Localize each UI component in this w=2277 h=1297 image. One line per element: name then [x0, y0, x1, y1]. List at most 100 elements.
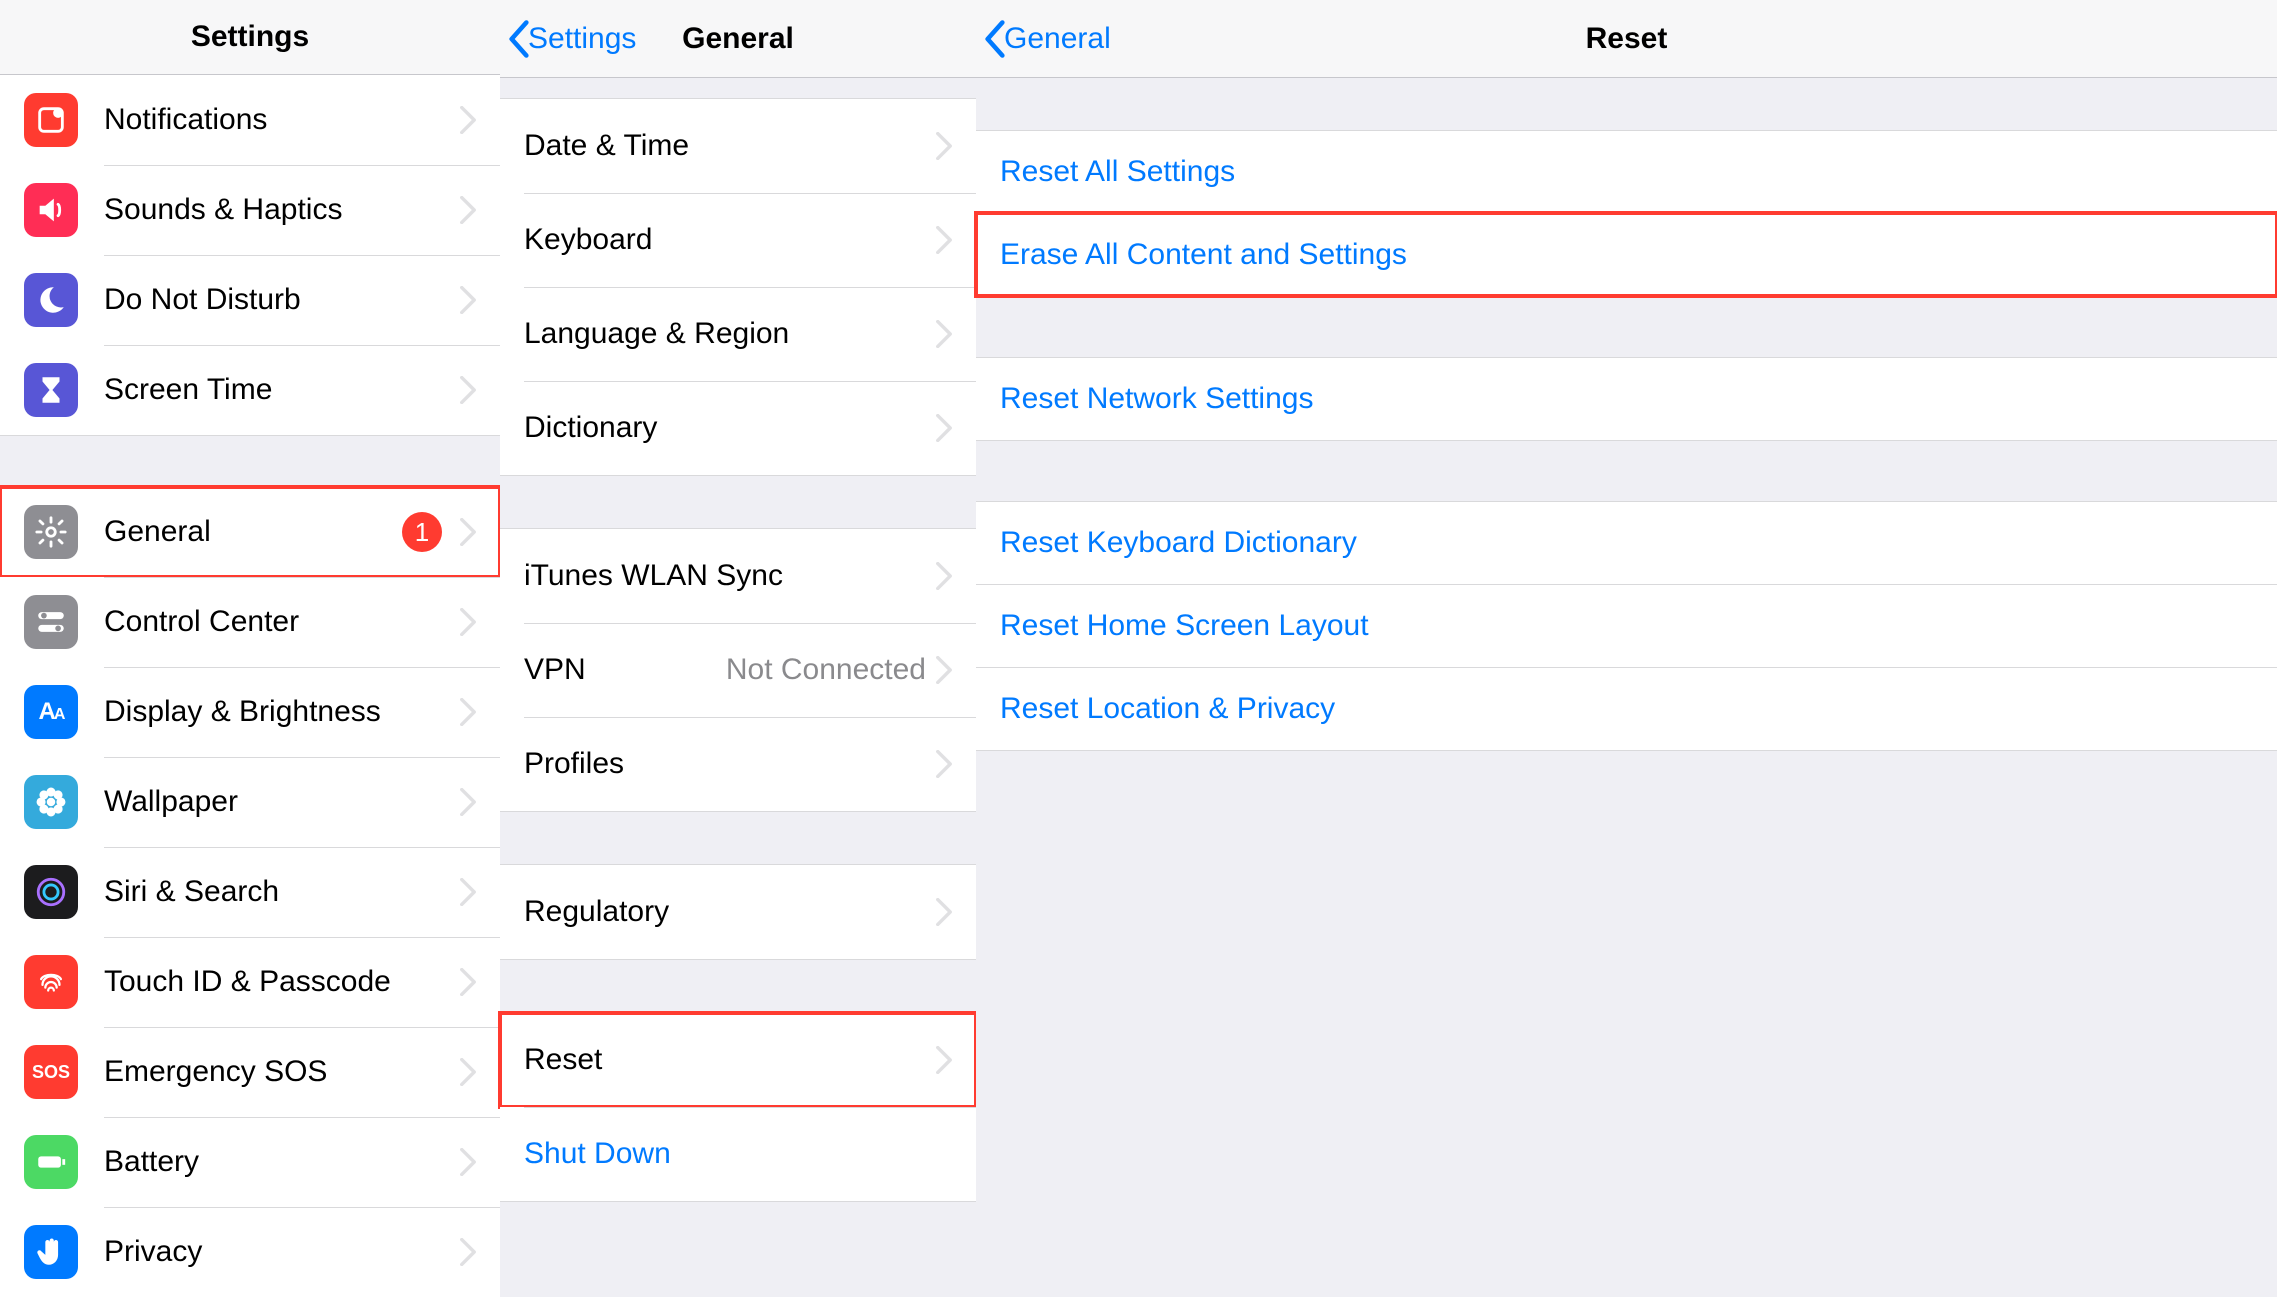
- chevron-right-icon: [936, 562, 952, 590]
- settings-group: Notifications Sounds & Haptics Do Not Dist…: [0, 75, 500, 435]
- row-label: Shut Down: [524, 1137, 952, 1171]
- navbar-title: Settings: [191, 20, 309, 54]
- row-label: Notifications: [104, 103, 460, 137]
- settings-row-sos[interactable]: SOS Emergency SOS: [0, 1027, 500, 1117]
- settings-row-touchid[interactable]: Touch ID & Passcode: [0, 937, 500, 1027]
- row-label: General: [104, 515, 402, 549]
- sos-icon: SOS: [24, 1045, 78, 1099]
- chevron-right-icon: [460, 196, 476, 224]
- settings-row-display[interactable]: AADisplay & Brightness: [0, 667, 500, 757]
- reset-list: Reset All Settings Erase All Content and …: [976, 78, 2277, 751]
- general-row-profiles[interactable]: Profiles: [500, 717, 976, 811]
- row-label: Siri & Search: [104, 875, 460, 909]
- row-label: Keyboard: [524, 223, 936, 257]
- chevron-right-icon: [460, 106, 476, 134]
- reset-row-reset-keyboard[interactable]: Reset Keyboard Dictionary: [976, 502, 2277, 584]
- general-row-language[interactable]: Language & Region: [500, 287, 976, 381]
- chevron-right-icon: [460, 608, 476, 636]
- gear-icon: [24, 505, 78, 559]
- row-label: Battery: [104, 1145, 460, 1179]
- settings-row-siri[interactable]: Siri & Search: [0, 847, 500, 937]
- section-gap: [0, 435, 500, 487]
- row-label: Wallpaper: [104, 785, 460, 819]
- hourglass-icon: [24, 363, 78, 417]
- general-row-keyboard[interactable]: Keyboard: [500, 193, 976, 287]
- notification-badge: 1: [402, 512, 442, 552]
- settings-row-controlcenter[interactable]: Control Center: [0, 577, 500, 667]
- chevron-right-icon: [936, 320, 952, 348]
- chevron-right-icon: [460, 698, 476, 726]
- chevron-right-icon: [936, 898, 952, 926]
- settings-row-wallpaper[interactable]: Wallpaper: [0, 757, 500, 847]
- row-label: VPN: [524, 653, 726, 687]
- reset-group: Reset Keyboard DictionaryReset Home Scre…: [976, 501, 2277, 751]
- row-label: Screen Time: [104, 373, 460, 407]
- row-label: Date & Time: [524, 129, 936, 163]
- general-row-vpn[interactable]: VPNNot Connected: [500, 623, 976, 717]
- row-label: Erase All Content and Settings: [1000, 238, 1407, 271]
- row-label: Privacy: [104, 1235, 460, 1269]
- reset-row-erase-all[interactable]: Erase All Content and Settings: [976, 213, 2277, 296]
- reset-row-reset-all[interactable]: Reset All Settings: [976, 131, 2277, 213]
- fingerprint-icon: [24, 955, 78, 1009]
- back-button[interactable]: General: [984, 0, 1111, 77]
- chevron-right-icon: [460, 376, 476, 404]
- settings-row-privacy[interactable]: Privacy: [0, 1207, 500, 1297]
- chevron-right-icon: [936, 414, 952, 442]
- notifications-icon: [24, 93, 78, 147]
- chevron-left-icon: [984, 20, 1006, 58]
- general-group: iTunes WLAN SyncVPNNot ConnectedProfiles: [500, 528, 976, 812]
- navbar-general: Settings General: [500, 0, 976, 78]
- back-label: General: [1004, 22, 1111, 56]
- settings-group: General1 Control Center AADisplay & Bright…: [0, 487, 500, 1297]
- navbar-title: General: [682, 22, 794, 56]
- flower-icon: [24, 775, 78, 829]
- footer-spacer: [976, 751, 2277, 1297]
- toggles-icon: [24, 595, 78, 649]
- row-label: Emergency SOS: [104, 1055, 460, 1089]
- general-row-itunes[interactable]: iTunes WLAN Sync: [500, 529, 976, 623]
- general-row-dictionary[interactable]: Dictionary: [500, 381, 976, 475]
- settings-row-battery[interactable]: Battery: [0, 1117, 500, 1207]
- reset-row-reset-location[interactable]: Reset Location & Privacy: [976, 667, 2277, 750]
- row-label: Reset: [524, 1043, 936, 1077]
- chevron-right-icon: [936, 1046, 952, 1074]
- chevron-right-icon: [460, 1148, 476, 1176]
- row-label: Display & Brightness: [104, 695, 460, 729]
- general-row-shutdown[interactable]: Shut Down: [500, 1107, 976, 1201]
- general-row-reset[interactable]: Reset: [500, 1013, 976, 1107]
- settings-row-general[interactable]: General1: [0, 487, 500, 577]
- general-row-regulatory[interactable]: Regulatory: [500, 865, 976, 959]
- row-label: Control Center: [104, 605, 460, 639]
- reset-row-reset-home[interactable]: Reset Home Screen Layout: [976, 584, 2277, 667]
- settings-row-dnd[interactable]: Do Not Disturb: [0, 255, 500, 345]
- chevron-right-icon: [460, 286, 476, 314]
- footer-spacer: [500, 1202, 976, 1297]
- chevron-right-icon: [460, 1058, 476, 1086]
- row-label: Reset Network Settings: [1000, 382, 1313, 415]
- row-value: Not Connected: [726, 653, 926, 687]
- settings-row-sounds[interactable]: Sounds & Haptics: [0, 165, 500, 255]
- row-label: Reset Location & Privacy: [1000, 692, 1335, 725]
- hand-icon: [24, 1225, 78, 1279]
- reset-group: Reset All Settings Erase All Content and …: [976, 130, 2277, 297]
- settings-row-notifications[interactable]: Notifications: [0, 75, 500, 165]
- settings-list: Notifications Sounds & Haptics Do Not Dist…: [0, 75, 500, 1297]
- settings-pane: Settings Notifications Sounds & Haptics Do…: [0, 0, 500, 1297]
- general-list: Date & Time Keyboard Language & Region Dict…: [500, 78, 976, 1202]
- row-label: Regulatory: [524, 895, 936, 929]
- row-label: Dictionary: [524, 411, 936, 445]
- general-group: Reset Shut Down: [500, 1012, 976, 1202]
- general-row-datetime[interactable]: Date & Time: [500, 99, 976, 193]
- row-label: Do Not Disturb: [104, 283, 460, 317]
- back-button[interactable]: Settings: [508, 0, 636, 77]
- reset-row-reset-network[interactable]: Reset Network Settings: [976, 358, 2277, 440]
- navbar-settings: Settings: [0, 0, 500, 75]
- general-pane: Settings General Date & Time Keyboard Lang…: [500, 0, 976, 1297]
- row-label: iTunes WLAN Sync: [524, 559, 936, 593]
- row-label: Sounds & Haptics: [104, 193, 460, 227]
- chevron-right-icon: [460, 968, 476, 996]
- settings-row-screentime[interactable]: Screen Time: [0, 345, 500, 435]
- chevron-right-icon: [460, 518, 476, 546]
- siri-icon: [24, 865, 78, 919]
